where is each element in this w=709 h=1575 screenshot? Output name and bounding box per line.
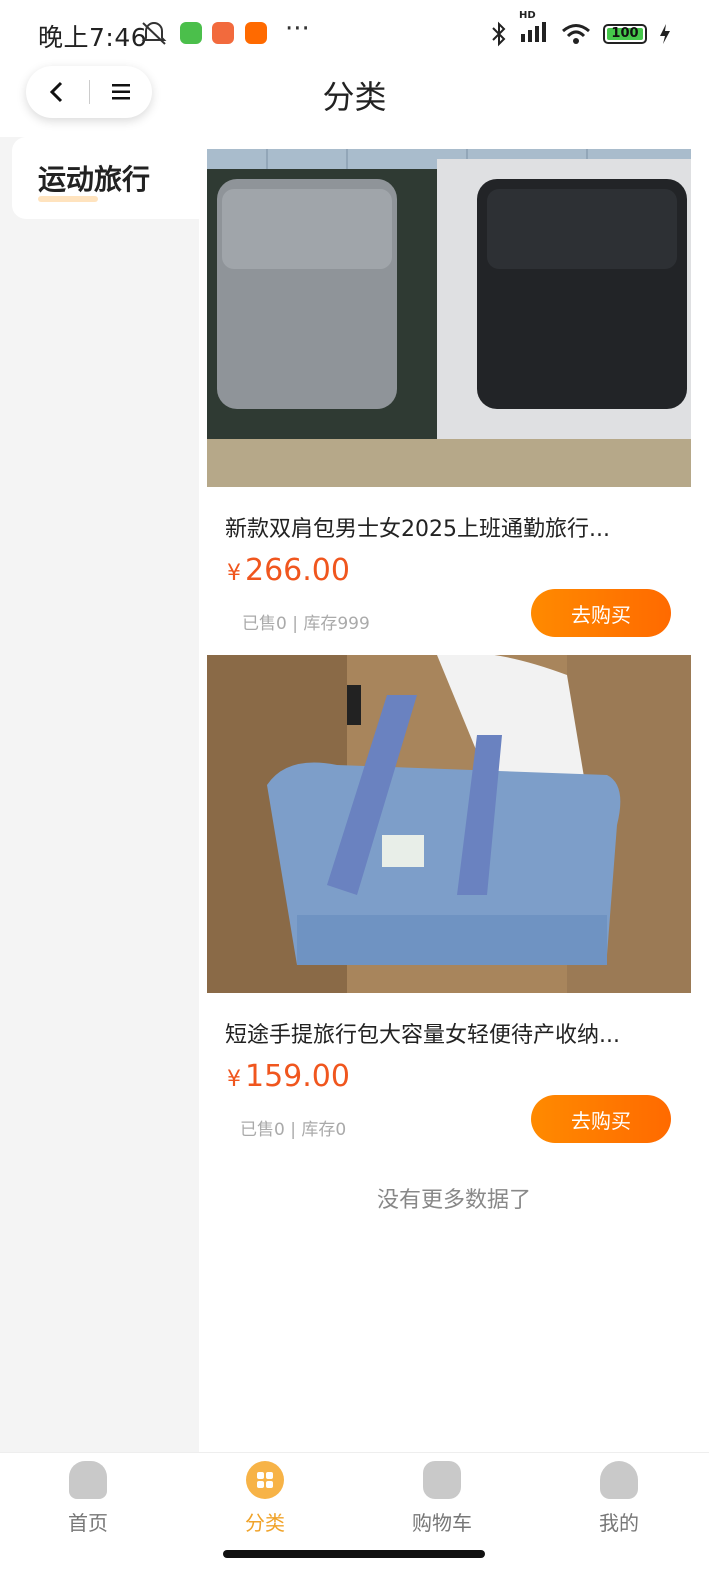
- category-icon: [246, 1461, 284, 1499]
- app-notification-icon: [212, 22, 234, 44]
- home-indicator[interactable]: [223, 1550, 485, 1558]
- home-icon: [69, 1461, 107, 1499]
- cart-icon: [423, 1461, 461, 1499]
- status-bar: 晚上7:46 ··· HD 100: [0, 0, 709, 64]
- sales-stock-info: 已售0 | 库存999: [242, 614, 370, 634]
- tab-label: 首页: [68, 1511, 108, 1535]
- signal-hd-label: HD: [519, 10, 536, 21]
- mute-icon: [141, 22, 167, 45]
- product-name[interactable]: 新款双肩包男士女2025上班通勤旅行...: [225, 511, 665, 543]
- product-list: 新款双肩包男士女2025上班通勤旅行... ¥266.00 已售0 | 库存99…: [199, 137, 709, 1452]
- sidebar-item-sports-travel[interactable]: 运动旅行: [12, 137, 199, 219]
- more-notifications-icon: ···: [285, 14, 310, 44]
- sidebar-item-label: 运动旅行: [38, 158, 150, 202]
- sales-stock-info: 已售0 | 库存0: [240, 1120, 347, 1140]
- battery-level: 100: [611, 26, 639, 41]
- price-value: 266.00: [245, 553, 350, 588]
- buy-button[interactable]: 去购买: [531, 589, 671, 637]
- product-image-travel-bag[interactable]: [207, 655, 691, 993]
- wifi-icon: [562, 23, 590, 44]
- header: 分类: [0, 64, 709, 136]
- battery-icon: 100: [603, 23, 647, 44]
- price-value: 159.00: [245, 1059, 350, 1094]
- app-notification-icon: [180, 22, 202, 44]
- profile-icon: [600, 1461, 638, 1499]
- buy-button[interactable]: 去购买: [531, 1095, 671, 1143]
- charging-icon: [660, 23, 670, 44]
- tab-cart[interactable]: 购物车: [382, 1461, 502, 1536]
- product-card[interactable]: 新款双肩包男士女2025上班通勤旅行... ¥266.00 已售0 | 库存99…: [207, 149, 691, 649]
- no-more-data-text: 没有更多数据了: [376, 1188, 531, 1213]
- product-card[interactable]: 短途手提旅行包大容量女轻便待产收纳... ¥159.00 已售0 | 库存0 去…: [207, 655, 691, 1155]
- bluetooth-icon: [492, 21, 506, 46]
- tab-home[interactable]: 首页: [28, 1461, 148, 1536]
- product-name[interactable]: 短途手提旅行包大容量女轻便待产收纳...: [225, 1017, 665, 1049]
- tab-label: 分类: [245, 1511, 285, 1535]
- status-time: 晚上7:46: [38, 23, 148, 52]
- product-image-backpack[interactable]: [207, 149, 691, 487]
- tab-profile[interactable]: 我的: [559, 1461, 679, 1536]
- tab-category[interactable]: 分类: [205, 1461, 325, 1536]
- category-sidebar: 运动旅行: [0, 137, 199, 1452]
- mi-icon: [245, 22, 267, 44]
- status-right: HD 100: [491, 10, 671, 47]
- cell-signal-icon: HD: [519, 10, 549, 47]
- product-price: ¥159.00: [227, 1059, 350, 1094]
- currency-symbol: ¥: [227, 561, 241, 586]
- currency-symbol: ¥: [227, 1067, 241, 1092]
- page-title: 分类: [322, 78, 387, 116]
- product-price: ¥266.00: [227, 553, 350, 588]
- tab-label: 购物车: [412, 1511, 472, 1535]
- tab-label: 我的: [599, 1511, 639, 1535]
